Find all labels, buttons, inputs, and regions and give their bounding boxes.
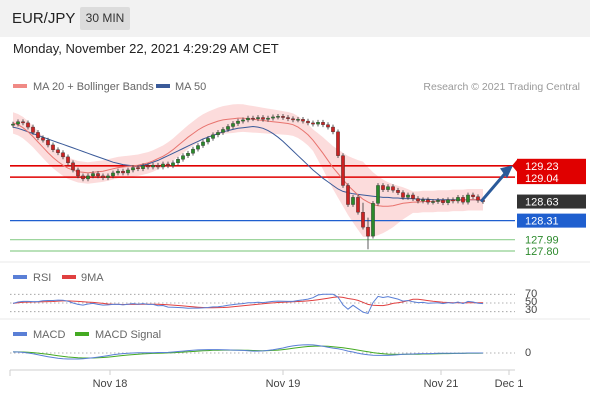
chart-area: MA 20 + Bollinger Bands MA 50 Research ©… bbox=[0, 81, 590, 390]
legend-rsi-label: RSI bbox=[33, 272, 51, 284]
legend-9ma-swatch bbox=[62, 275, 76, 279]
candle bbox=[331, 124, 335, 135]
x-tick-nov19: Nov 19 bbox=[266, 370, 301, 390]
legend-ma20-swatch bbox=[13, 84, 27, 88]
x-label-nov19: Nov 19 bbox=[266, 378, 301, 390]
macd-signal-path bbox=[13, 345, 484, 359]
candle bbox=[376, 183, 380, 206]
macd-tick-0: 0 bbox=[525, 347, 531, 359]
candle bbox=[191, 146, 195, 156]
level-label-s2: 127.80 bbox=[525, 246, 559, 258]
x-tick-dec1: Dec 1 bbox=[495, 370, 524, 390]
candle bbox=[316, 119, 320, 127]
candle bbox=[311, 120, 315, 127]
bollinger-band bbox=[13, 104, 483, 237]
legend-macd-label: MACD bbox=[33, 329, 65, 341]
legend-ma50-label: MA 50 bbox=[175, 81, 206, 93]
candle bbox=[196, 143, 200, 152]
legend-ma20-label: MA 20 + Bollinger Bands bbox=[33, 81, 154, 93]
candle bbox=[336, 129, 340, 159]
legend-rsi-swatch bbox=[13, 275, 27, 279]
candle bbox=[341, 153, 345, 188]
resistance-label-pointer bbox=[512, 159, 517, 172]
legend-macd-signal-swatch bbox=[75, 332, 89, 336]
x-label-nov18: Nov 18 bbox=[93, 378, 128, 390]
candle bbox=[326, 122, 330, 130]
candle bbox=[346, 183, 350, 207]
rsi-panel bbox=[10, 293, 515, 314]
x-tick-nov18: Nov 18 bbox=[93, 370, 128, 390]
level-label-s1: 127.99 bbox=[525, 235, 559, 247]
candle bbox=[176, 156, 180, 166]
level-labels: 129.23129.04 128.63 128.31 127.99127.80 bbox=[512, 158, 586, 258]
bollinger-band-fill bbox=[13, 104, 483, 237]
candle bbox=[371, 200, 375, 239]
legend-9ma-label: 9MA bbox=[81, 272, 104, 284]
candle bbox=[186, 150, 190, 159]
macd-panel bbox=[10, 344, 515, 360]
level-label-pivot: 128.31 bbox=[525, 216, 559, 228]
candle bbox=[201, 139, 205, 148]
legend-macd-swatch bbox=[13, 332, 27, 336]
level-label-last: 128.63 bbox=[525, 197, 559, 209]
x-tick-nov21: Nov 21 bbox=[424, 370, 459, 390]
projection-arrow bbox=[479, 165, 513, 203]
x-label-nov21: Nov 21 bbox=[424, 378, 459, 390]
level-label-r1: 129.23 bbox=[525, 161, 559, 173]
rsi-tick-30: 30 bbox=[525, 304, 537, 316]
chart-credit: Research © 2021 Trading Central bbox=[423, 81, 580, 93]
candle bbox=[181, 153, 185, 162]
legend-macd-signal-label: MACD Signal bbox=[95, 329, 161, 341]
legend-ma50-swatch bbox=[156, 84, 170, 88]
level-label-r2: 129.04 bbox=[525, 173, 559, 185]
x-label-dec1: Dec 1 bbox=[495, 378, 524, 390]
macd-path bbox=[12, 344, 483, 360]
candle bbox=[321, 119, 325, 128]
candle bbox=[356, 194, 360, 215]
rsi-path bbox=[12, 293, 484, 314]
